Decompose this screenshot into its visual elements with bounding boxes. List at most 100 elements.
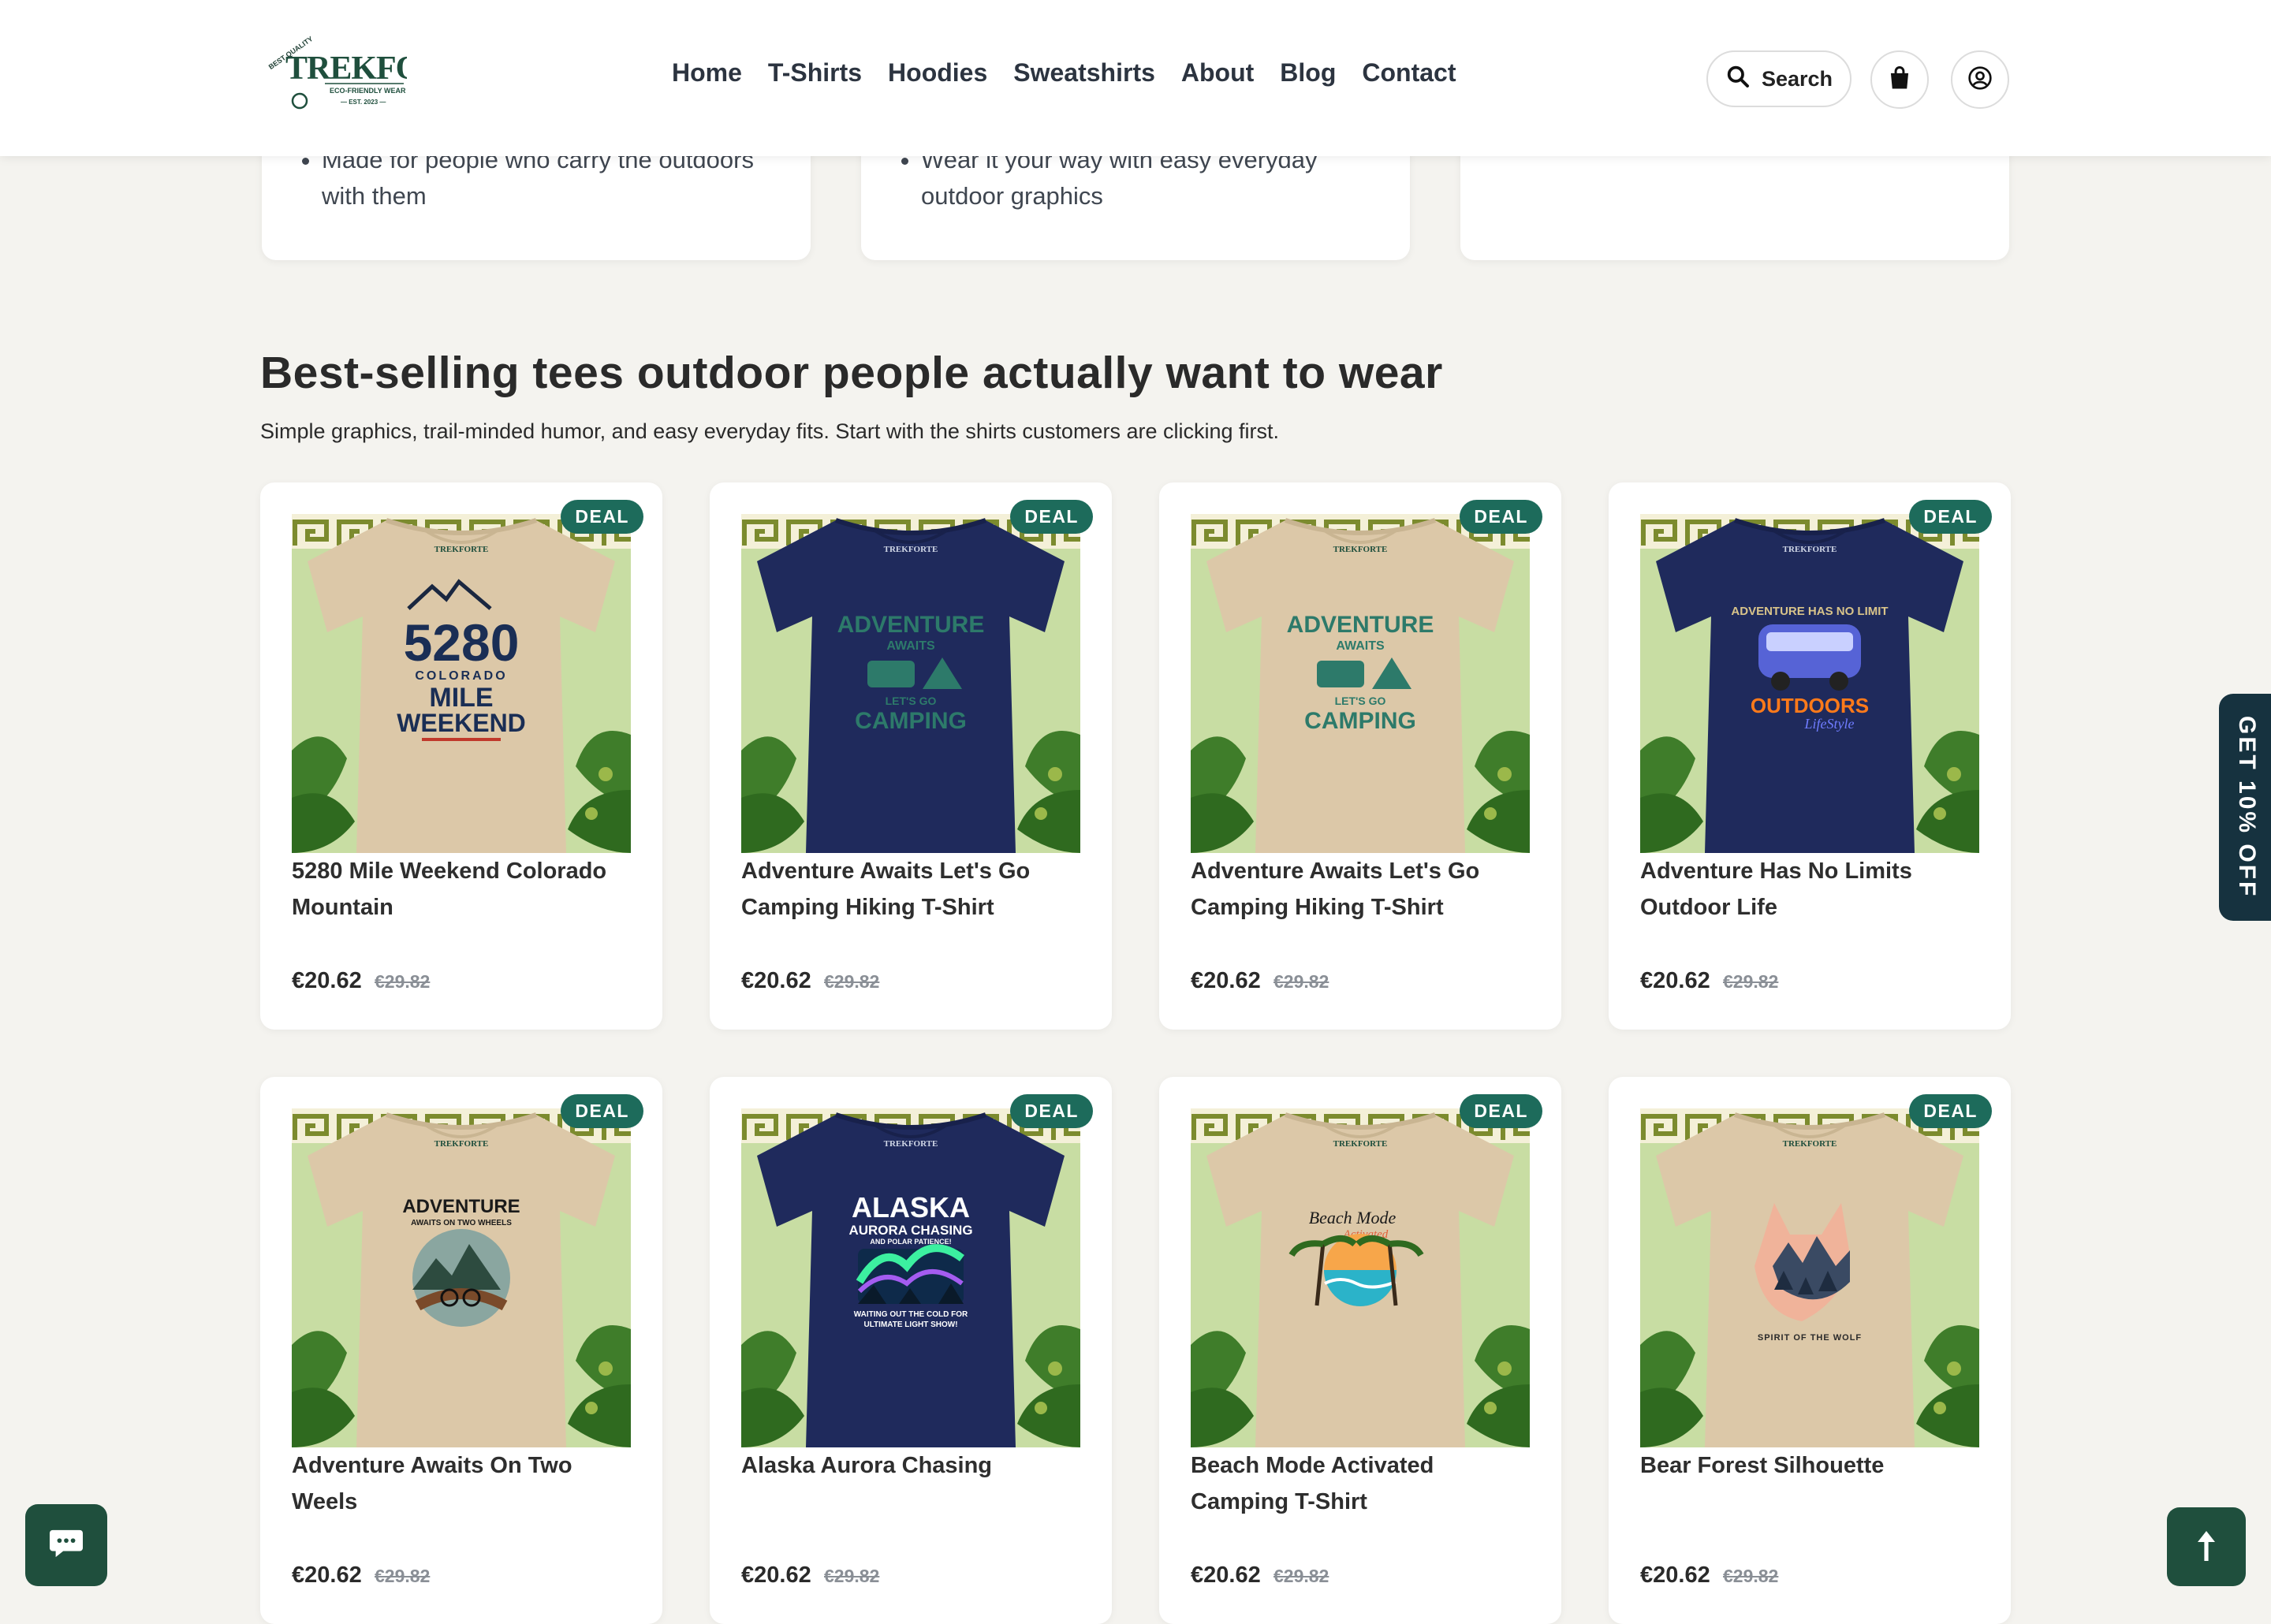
search-icon (1725, 64, 1751, 95)
svg-text:LET'S GO: LET'S GO (1335, 695, 1386, 707)
product-price: €20.62 (292, 1563, 362, 1588)
svg-text:WAITING OUT THE COLD FOR: WAITING OUT THE COLD FOR (854, 1310, 968, 1319)
product-title[interactable]: Beach Mode Activated Camping T-Shirt (1191, 1447, 1530, 1520)
brand-logo[interactable]: BEST QUALITY TREKFORTE ECO-FRIENDLY WEAR… (265, 33, 486, 115)
product-card[interactable]: TREKFORTE ADVENTURE AWAITS ON TWO WHEELS… (260, 1077, 662, 1624)
svg-text:ALASKA: ALASKA (852, 1191, 970, 1224)
svg-text:TREKFORTE: TREKFORTE (434, 1139, 489, 1149)
product-title[interactable]: Adventure Awaits On Two Weels (292, 1447, 631, 1520)
product-title[interactable]: Adventure Has No Limits Outdoor Life (1640, 853, 1979, 926)
deal-badge: DEAL (1909, 1094, 1992, 1128)
product-card[interactable]: TREKFORTE 5280 COLORADO MILE WEEKEND DEA… (260, 482, 662, 1030)
nav-sweatshirts[interactable]: Sweatshirts (1013, 58, 1155, 88)
product-price: €20.62 (1640, 1563, 1710, 1588)
svg-text:TREKFORTE: TREKFORTE (884, 545, 938, 554)
product-image[interactable]: TREKFORTE 5280 COLORADO MILE WEEKEND (292, 514, 631, 853)
product-card[interactable]: TREKFORTE ADVENTURE AWAITS LET'S GO CAMP… (710, 482, 1112, 1030)
svg-text:AWAITS: AWAITS (886, 639, 935, 653)
user-circle-icon (1967, 65, 1993, 95)
product-card[interactable]: TREKFORTE ADVENTURE HAS NO LIMIT OUTDOOR… (1609, 482, 2011, 1030)
svg-text:CAMPING: CAMPING (1304, 708, 1416, 734)
svg-text:LifeStyle: LifeStyle (1804, 716, 1855, 732)
svg-text:LET'S GO: LET'S GO (886, 695, 937, 707)
svg-text:TREKFORTE: TREKFORTE (884, 1139, 938, 1149)
nav-contact[interactable]: Contact (1362, 58, 1456, 88)
svg-text:ECO-FRIENDLY WEAR: ECO-FRIENDLY WEAR (330, 87, 406, 95)
product-card[interactable]: TREKFORTE ALASKA AURORA CHASING AND POLA… (710, 1077, 1112, 1624)
product-price: €20.62 (292, 968, 362, 993)
site-header: BEST QUALITY TREKFORTE ECO-FRIENDLY WEAR… (0, 0, 2271, 156)
nav-hoodies[interactable]: Hoodies (888, 58, 987, 88)
nav-blog[interactable]: Blog (1280, 58, 1336, 88)
product-image-wrap[interactable]: TREKFORTE 5280 COLORADO MILE WEEKEND (292, 514, 631, 853)
product-image-wrap[interactable]: TREKFORTE Beach Mode Activated (1191, 1108, 1530, 1447)
product-old-price: €29.82 (375, 971, 431, 992)
product-card[interactable]: TREKFORTE SPIRIT OF THE WOLF DEAL Bear F… (1609, 1077, 2011, 1624)
discount-label: GET 10% OFF (2234, 716, 2260, 899)
deal-badge: DEAL (561, 500, 643, 534)
product-image[interactable]: TREKFORTE ADVENTURE HAS NO LIMIT OUTDOOR… (1640, 514, 1979, 853)
deal-badge: DEAL (1460, 500, 1542, 534)
svg-text:ADVENTURE HAS NO LIMIT: ADVENTURE HAS NO LIMIT (1731, 605, 1888, 618)
svg-text:ADVENTURE: ADVENTURE (837, 612, 985, 638)
product-image-wrap[interactable]: TREKFORTE ADVENTURE HAS NO LIMIT OUTDOOR… (1640, 514, 1979, 853)
deal-badge: DEAL (561, 1094, 643, 1128)
product-title[interactable]: Alaska Aurora Chasing (741, 1447, 1080, 1484)
main-nav: Home T-Shirts Hoodies Sweatshirts About … (672, 58, 1482, 88)
svg-text:COLORADO: COLORADO (415, 669, 507, 683)
shopping-bag-icon (1888, 65, 1911, 95)
svg-text:ULTIMATE LIGHT SHOW!: ULTIMATE LIGHT SHOW! (863, 1320, 957, 1329)
product-price: €20.62 (741, 968, 811, 993)
product-card[interactable]: TREKFORTE ADVENTURE AWAITS LET'S GO CAMP… (1159, 482, 1561, 1030)
search-button[interactable]: Search (1706, 50, 1851, 107)
product-price: €20.62 (741, 1563, 811, 1588)
account-button[interactable] (1951, 50, 2009, 109)
product-title[interactable]: Adventure Awaits Let's Go Camping Hiking… (1191, 853, 1530, 926)
product-title[interactable]: 5280 Mile Weekend Colorado Mountain (292, 853, 631, 926)
product-image[interactable]: TREKFORTE ADVENTURE AWAITS LET'S GO CAMP… (741, 514, 1080, 853)
product-image[interactable]: TREKFORTE ADVENTURE AWAITS ON TWO WHEELS (292, 1108, 631, 1447)
svg-text:OUTDOORS: OUTDOORS (1751, 694, 1869, 717)
product-title[interactable]: Bear Forest Silhouette (1640, 1447, 1979, 1484)
section-subtitle: Simple graphics, trail-minded humor, and… (260, 419, 1279, 443)
product-price: €20.62 (1191, 968, 1261, 993)
svg-text:TREKFORTE: TREKFORTE (1783, 1139, 1837, 1149)
product-image-wrap[interactable]: TREKFORTE SPIRIT OF THE WOLF (1640, 1108, 1979, 1447)
product-old-price: €29.82 (824, 1566, 880, 1586)
discount-side-tab[interactable]: GET 10% OFF (2219, 694, 2271, 921)
product-title[interactable]: Adventure Awaits Let's Go Camping Hiking… (741, 853, 1080, 926)
product-image[interactable]: TREKFORTE SPIRIT OF THE WOLF (1640, 1108, 1979, 1447)
svg-text:AWAITS ON TWO WHEELS: AWAITS ON TWO WHEELS (411, 1219, 512, 1227)
product-card[interactable]: TREKFORTE Beach Mode Activated DEAL Beac… (1159, 1077, 1561, 1624)
product-old-price: €29.82 (1273, 1566, 1329, 1586)
deal-badge: DEAL (1909, 500, 1992, 534)
deal-badge: DEAL (1460, 1094, 1542, 1128)
product-old-price: €29.82 (824, 971, 880, 992)
svg-text:— EST. 2023 —: — EST. 2023 — (341, 99, 386, 106)
product-price: €20.62 (1191, 1563, 1261, 1588)
svg-text:TREKFORTE: TREKFORTE (285, 50, 407, 87)
product-old-price: €29.82 (1273, 971, 1329, 992)
chat-button[interactable] (25, 1504, 107, 1586)
svg-text:TREKFORTE: TREKFORTE (1333, 1139, 1388, 1149)
product-image[interactable]: TREKFORTE ADVENTURE AWAITS LET'S GO CAMP… (1191, 514, 1530, 853)
svg-text:TREKFORTE: TREKFORTE (1783, 545, 1837, 554)
back-to-top-button[interactable] (2167, 1507, 2246, 1586)
nav-tshirts[interactable]: T-Shirts (768, 58, 862, 88)
svg-text:5280: 5280 (404, 613, 520, 672)
product-price: €20.62 (1640, 968, 1710, 993)
svg-text:SPIRIT OF THE WOLF: SPIRIT OF THE WOLF (1758, 1333, 1862, 1343)
product-image-wrap[interactable]: TREKFORTE ADVENTURE AWAITS LET'S GO CAMP… (1191, 514, 1530, 853)
product-image-wrap[interactable]: TREKFORTE ADVENTURE AWAITS ON TWO WHEELS (292, 1108, 631, 1447)
cart-button[interactable] (1870, 50, 1929, 109)
product-old-price: €29.82 (1723, 1566, 1779, 1586)
chat-bubble-icon (48, 1527, 84, 1564)
search-label: Search (1761, 66, 1833, 91)
nav-home[interactable]: Home (672, 58, 742, 88)
product-image-wrap[interactable]: TREKFORTE ADVENTURE AWAITS LET'S GO CAMP… (741, 514, 1080, 853)
product-image-wrap[interactable]: TREKFORTE ALASKA AURORA CHASING AND POLA… (741, 1108, 1080, 1447)
product-image[interactable]: TREKFORTE ALASKA AURORA CHASING AND POLA… (741, 1108, 1080, 1447)
nav-about[interactable]: About (1181, 58, 1254, 88)
svg-text:AURORA CHASING: AURORA CHASING (848, 1223, 972, 1238)
product-image[interactable]: TREKFORTE Beach Mode Activated (1191, 1108, 1530, 1447)
